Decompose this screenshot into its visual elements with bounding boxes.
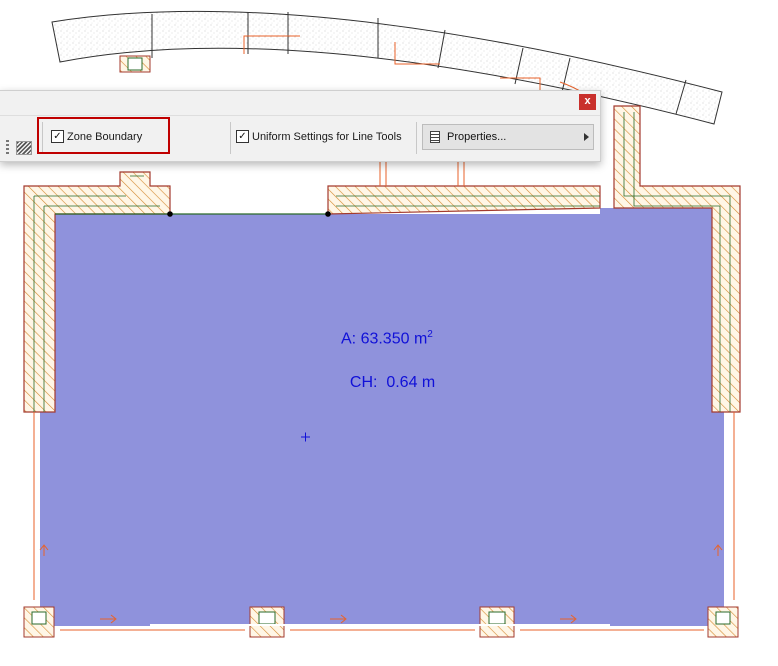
properties-button[interactable]: Properties... xyxy=(422,124,594,150)
zone-area-label: A: 63.350 m2 xyxy=(341,329,433,348)
zone-settings-toolbar: x ✓ Zone Boundary ✓ Uniform Settings for… xyxy=(0,90,601,162)
toolbar-grip-icon[interactable] xyxy=(6,140,32,155)
checkmark-icon[interactable]: ✓ xyxy=(236,130,249,143)
zone-fill[interactable] xyxy=(40,208,724,626)
zone-area-text: A: 63.350 m xyxy=(341,330,428,348)
properties-label: Properties... xyxy=(447,131,507,143)
divider xyxy=(230,122,231,154)
zone-height-text: CH: 0.64 m xyxy=(349,374,436,391)
uniform-settings-label: Uniform Settings for Line Tools xyxy=(252,130,402,143)
zone-height-label: CH: 0.64 m xyxy=(341,356,435,392)
zone-vertex[interactable] xyxy=(167,211,173,217)
highlight-frame xyxy=(37,117,170,154)
close-button[interactable]: x xyxy=(579,94,596,110)
grip-dots-icon xyxy=(6,140,9,154)
zone-area-unit-superscript: 2 xyxy=(427,329,433,340)
uniform-settings-checkbox[interactable]: ✓ Uniform Settings for Line Tools xyxy=(236,130,402,143)
divider xyxy=(416,122,417,154)
chevron-right-icon xyxy=(584,133,589,141)
zone-vertex[interactable] xyxy=(325,211,331,217)
hatch-icon xyxy=(16,141,32,155)
toolbar-titlebar[interactable]: x xyxy=(0,91,600,113)
document-icon xyxy=(430,131,440,143)
